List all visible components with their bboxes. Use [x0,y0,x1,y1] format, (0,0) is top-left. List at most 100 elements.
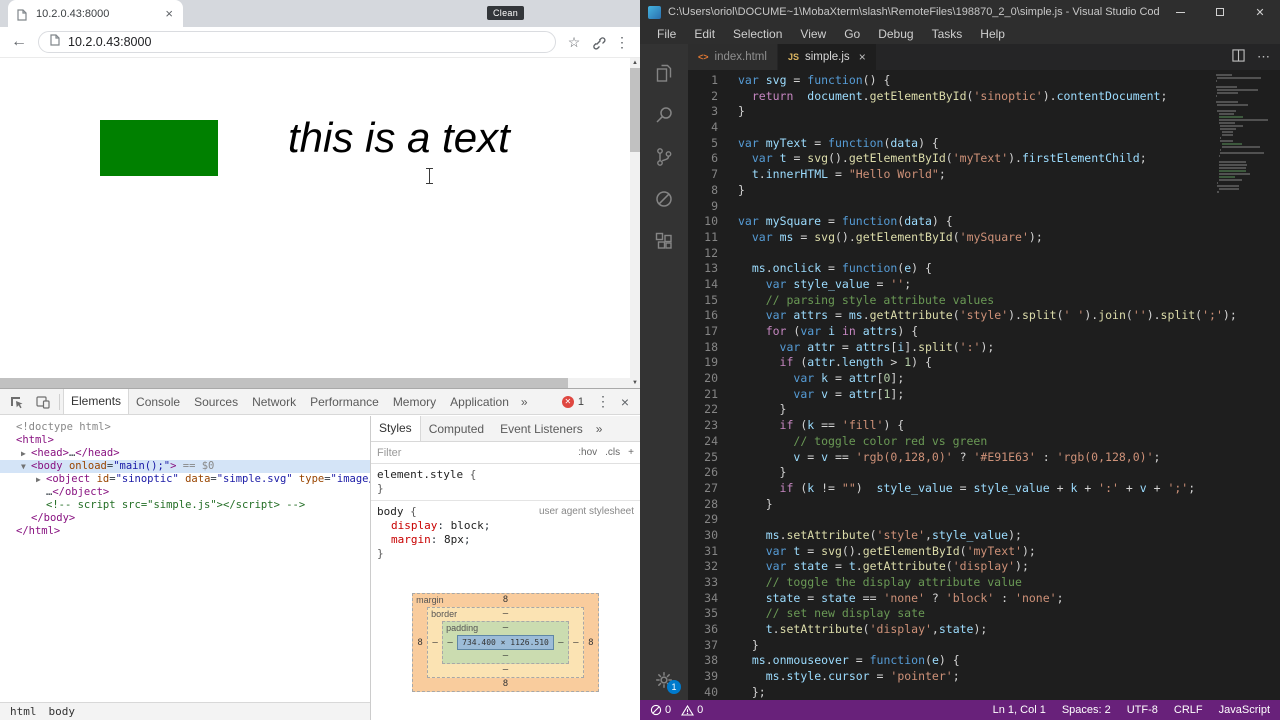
code-line[interactable]: 10 var mySquare = function(data) { [688,214,1280,230]
source-control-icon[interactable] [640,136,688,178]
dom-tree-row[interactable]: ▶ <object id="sinoptic" data="simple.svg"… [0,473,370,486]
code-line[interactable]: 4 [688,120,1280,136]
margin-bottom-value[interactable]: 8 [503,679,508,689]
box-model-content-size[interactable]: 734.400 × 1126.510 [457,635,554,650]
code-line[interactable]: 5 var myText = function(data) { [688,136,1280,152]
link-icon[interactable] [586,35,610,50]
back-button[interactable]: ← [6,34,32,50]
styles-tab-styles[interactable]: Styles [371,416,421,441]
status-ln-1-col-1[interactable]: Ln 1, Col 1 [993,704,1046,716]
browser-menu-icon[interactable]: ⋮ [610,34,634,51]
code-line[interactable]: 11 var ms = svg().getElementById('mySqua… [688,230,1280,246]
menu-go[interactable]: Go [835,27,869,41]
code-line[interactable]: 12 [688,246,1280,262]
code-line[interactable]: 23 if (k == 'fill') { [688,418,1280,434]
toggle-class-button[interactable]: .cls [605,447,620,458]
code-line[interactable]: 36 t.setAttribute('display',state); [688,622,1280,638]
dom-tree-row[interactable]: </html> [0,525,370,538]
code-line[interactable]: 2 return document.getElementById('sinopt… [688,89,1280,105]
code-line[interactable]: 30 ms.setAttribute('style',style_value); [688,528,1280,544]
code-line[interactable]: 24 // toggle color red vs green [688,434,1280,450]
devtools-close-icon[interactable]: × [614,394,636,410]
status-utf-8[interactable]: UTF-8 [1127,704,1158,716]
styles-tab-computed[interactable]: Computed [421,422,492,436]
dom-tree-row[interactable]: <html> [0,434,370,447]
horizontal-scrollbar[interactable] [0,378,630,388]
toggle-hover-state-button[interactable]: :hov [578,447,597,458]
dom-tree-row[interactable]: ▶ <head>…</head> [0,447,370,460]
status-javascript[interactable]: JavaScript [1219,704,1270,716]
breadcrumb-html[interactable]: html [4,705,43,718]
code-line[interactable]: 14 var style_value = ''; [688,277,1280,293]
styles-tabs-overflow-icon[interactable]: » [591,422,608,436]
code-line[interactable]: 34 state = state == 'none' ? 'block' : '… [688,591,1280,607]
new-style-rule-button[interactable]: + [628,447,634,458]
tab-close-icon[interactable]: × [163,7,175,20]
status-spaces-2[interactable]: Spaces: 2 [1062,704,1111,716]
vscroll-thumb[interactable] [630,68,640,152]
body-rule-selector[interactable]: body [377,505,404,518]
margin-right-value[interactable]: 8 [584,638,598,648]
code-line[interactable]: 1 var svg = function() { [688,73,1280,89]
code-editor[interactable]: 1 var svg = function() {2 return document… [688,70,1280,700]
status-crlf[interactable]: CRLF [1174,704,1203,716]
code-line[interactable]: 37 } [688,638,1280,654]
padding-top-value[interactable]: – [503,623,508,633]
page-info-icon[interactable] [49,33,61,51]
menu-file[interactable]: File [648,27,685,41]
devtools-tab-network[interactable]: Network [245,395,303,409]
error-badge-icon[interactable]: ✕ [561,395,574,408]
device-toolbar-icon[interactable] [30,395,56,409]
code-line[interactable]: 38 ms.onmouseover = function(e) { [688,653,1280,669]
code-line[interactable]: 26 } [688,465,1280,481]
margin-left-value[interactable]: 8 [413,638,427,648]
code-line[interactable]: 19 if (attr.length > 1) { [688,355,1280,371]
code-line[interactable]: 22 } [688,402,1280,418]
search-icon[interactable] [640,94,688,136]
code-line[interactable]: 39 ms.style.cursor = 'pointer'; [688,669,1280,685]
margin-top-value[interactable]: 8 [503,595,508,605]
devtools-tab-performance[interactable]: Performance [303,395,386,409]
code-line[interactable]: 32 var state = t.getAttribute('display')… [688,559,1280,575]
devtools-menu-icon[interactable]: ⋮ [592,393,614,410]
bookmark-star-icon[interactable]: ☆ [562,34,586,51]
css-property-display[interactable]: display: block; [377,519,634,533]
scroll-down-icon[interactable]: ▼ [632,378,638,388]
breadcrumb-body[interactable]: body [43,705,82,718]
code-line[interactable]: 7 t.innerHTML = "Hello World"; [688,167,1280,183]
border-top-value[interactable]: – [503,609,508,619]
devtools-tab-elements[interactable]: Elements [63,389,130,414]
code-line[interactable]: 8} [688,183,1280,199]
dom-tree-row[interactable]: <!-- script src="simple.js"></script> --… [0,499,370,512]
split-editor-icon[interactable] [1232,49,1245,65]
code-line[interactable]: 13 ms.onclick = function(e) { [688,261,1280,277]
maximize-button[interactable] [1200,0,1240,24]
devtools-tab-application[interactable]: Application [443,395,516,409]
styles-filter-input[interactable]: Filter [377,447,570,459]
tab-index-html[interactable]: <> index.html [688,44,778,70]
devtools-tabs-overflow-icon[interactable]: » [516,395,533,409]
browser-tab[interactable]: 10.2.0.43:8000 × [8,0,183,27]
editor-more-actions-icon[interactable]: ⋯ [1257,49,1270,65]
dom-tree-row[interactable]: ▼ <body onload="main();"> == $0 [0,460,370,473]
close-tab-icon[interactable]: × [859,50,866,64]
menu-debug[interactable]: Debug [869,27,922,41]
styles-tab-event-listeners[interactable]: Event Listeners [492,422,591,436]
scroll-up-icon[interactable]: ▲ [632,58,638,68]
code-line[interactable]: 15 // parsing style attribute values [688,293,1280,309]
css-property-margin[interactable]: margin: 8px; [377,533,634,547]
dom-tree-row[interactable]: <!doctype html> [0,421,370,434]
code-line[interactable]: 3} [688,104,1280,120]
menu-edit[interactable]: Edit [685,27,724,41]
close-window-button[interactable]: ✕ [1240,0,1280,24]
code-line[interactable]: 18 var attr = attrs[i].split(':'); [688,340,1280,356]
code-line[interactable]: 27 if (k != "") style_value = style_valu… [688,481,1280,497]
hscroll-thumb[interactable] [0,378,568,388]
code-line[interactable]: 16 var attrs = ms.getAttribute('style').… [688,308,1280,324]
code-line[interactable]: 28 } [688,497,1280,513]
minimap[interactable] [1214,74,1274,194]
explorer-icon[interactable] [640,52,688,94]
code-line[interactable]: 25 v = v == 'rgb(0,128,0)' ? '#E91E63' :… [688,450,1280,466]
element-style-selector[interactable]: element.style [377,468,463,481]
menu-tasks[interactable]: Tasks [923,27,972,41]
